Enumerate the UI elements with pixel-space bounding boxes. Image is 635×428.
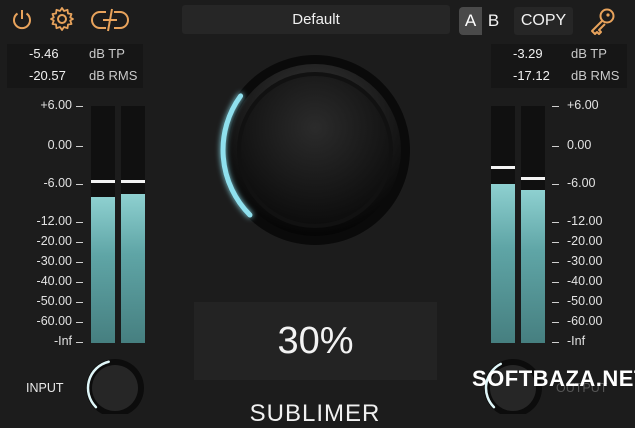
scale-label: +6.00 [567,98,599,112]
ab-a-button[interactable]: A [459,7,482,35]
scale-tick [552,282,559,283]
scale-label: -30.00 [567,254,603,268]
link-icon[interactable] [88,6,132,34]
scale-label: 0.00 [567,138,592,152]
scale-label: -6.00 [567,176,596,190]
scale-tick [552,184,559,185]
watermark: SOFTBAZA.NET [472,366,635,391]
scale-tick [76,302,83,303]
power-icon[interactable] [8,5,36,33]
scale-label: -20.00 [567,234,603,248]
scale-tick [76,146,83,147]
output-readout: -3.29 dB TP -17.12 dB RMS [491,44,627,88]
input-readout: -5.46 dB TP -20.57 dB RMS [7,44,143,88]
meter-level [91,196,115,343]
scale-tick [552,262,559,263]
output-true-peak-unit: dB TP [571,46,607,61]
scale-tick [76,342,83,343]
preset-selector[interactable]: Default [182,5,450,34]
scale-label: -60.00 [36,314,72,328]
meter-peak-hold [491,165,515,169]
meter-peak-hold [521,176,545,180]
ab-b-button[interactable]: B [482,7,505,35]
scale-tick [552,146,559,147]
preset-name: Default [292,11,340,28]
output-rms-unit: dB RMS [571,68,620,83]
scale-tick [552,342,559,343]
copy-button[interactable]: COPY [514,7,573,35]
scale-label: -6.00 [43,176,73,190]
scale-label: -40.00 [36,274,72,288]
scale-label: 0.00 [47,138,72,152]
main-value-display: 30% [194,302,437,380]
input-true-peak-unit: dB TP [89,46,125,61]
input-true-peak-value: -5.46 [29,46,59,61]
scale-tick [76,322,83,323]
scale-label: -40.00 [567,274,603,288]
scale-tick [552,322,559,323]
scale-label: -50.00 [36,294,72,308]
scale-tick [76,262,83,263]
scale-tick [76,282,83,283]
scale-tick [552,242,559,243]
key-icon[interactable] [586,6,618,36]
meter-peak-hold [121,179,145,183]
scale-label: -Inf [567,334,586,348]
meter-peak-hold [91,179,115,183]
scale-tick [552,302,559,303]
output-true-peak-value: -3.29 [513,46,543,61]
scale-label: -30.00 [36,254,72,268]
brand-name: SUBLIMER [249,400,381,427]
input-knob[interactable] [82,352,152,414]
scale-tick [552,222,559,223]
meter-level [121,193,145,343]
input-rms-value: -20.57 [29,68,66,83]
scale-label: -60.00 [567,314,603,328]
output-rms-value: -17.12 [513,68,550,83]
scale-label: -20.00 [36,234,72,248]
scale-tick [76,242,83,243]
meter-level [491,184,515,343]
scale-label: -12.00 [567,214,603,228]
scale-label: -Inf [53,334,72,348]
scale-label: -12.00 [36,214,72,228]
input-knob-label: INPUT [26,381,64,395]
scale-tick [552,106,559,107]
scale-label: -50.00 [567,294,603,308]
scale-tick [76,184,83,185]
meter-level [521,190,545,343]
input-rms-unit: dB RMS [89,68,138,83]
scale-tick [76,106,83,107]
main-knob[interactable] [196,50,434,288]
scale-label: +6.00 [40,98,72,112]
scale-tick [76,222,83,223]
gear-icon[interactable] [47,5,77,33]
main-value-text: 30% [277,319,354,362]
